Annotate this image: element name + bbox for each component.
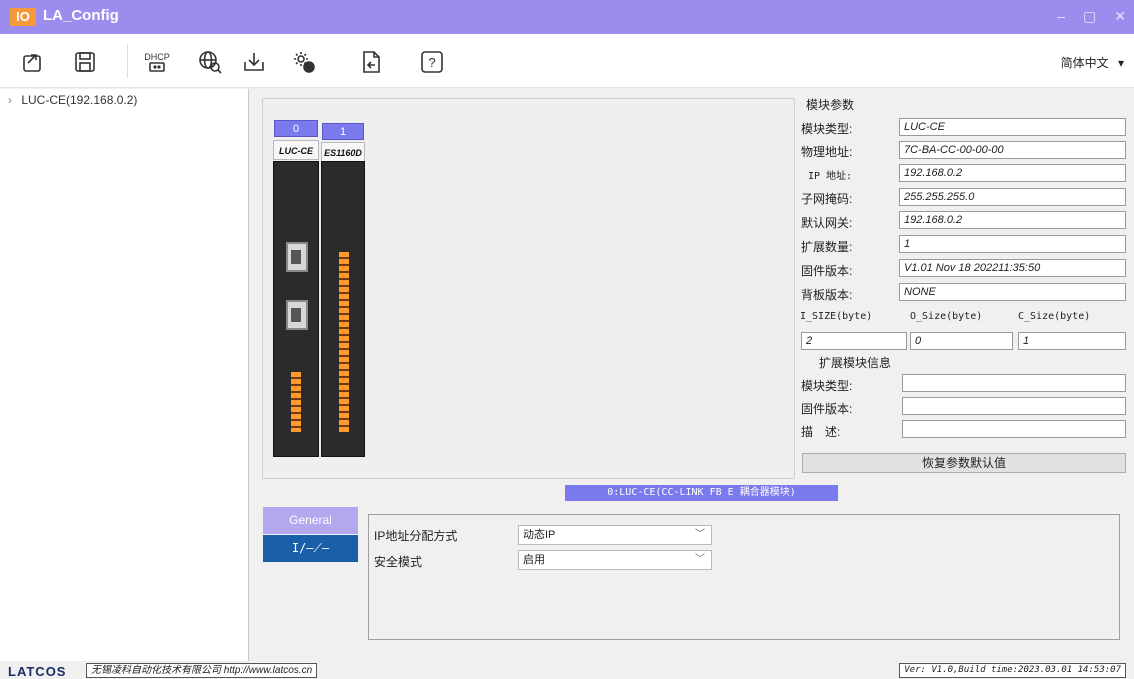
app-title: LA_Config <box>43 7 119 24</box>
param-firmware-version: V1.01 Nov 18 202211:35:50 <box>899 259 1126 277</box>
size-header-o: O_Size(byte) <box>910 311 983 322</box>
app-logo: IO <box>10 8 36 26</box>
tab-general[interactable]: General <box>263 507 358 534</box>
size-value-o: 0 <box>910 332 1013 350</box>
param-ip-address: 192.168.0.2 <box>899 164 1126 182</box>
ext-label: 固件版本: <box>801 402 853 416</box>
safe-mode-label: 安全模式 <box>374 555 423 569</box>
status-bar: LATCOS 无锡凌科自动化技术有限公司 http://www.latcos.c… <box>0 662 1134 679</box>
param-label: 模块类型: <box>801 122 853 136</box>
size-header-c: C_Size(byte) <box>1018 311 1091 322</box>
title-bar: IO LA_Config – ▢ ✕ <box>0 0 1134 34</box>
param-mac-address: 7C-BA-CC-00-00-00 <box>899 141 1126 159</box>
ext-module-type <box>902 374 1126 392</box>
ethernet-port-2 <box>286 300 308 330</box>
chevron-right-icon[interactable]: › <box>8 93 12 107</box>
coupler-module[interactable] <box>273 161 319 457</box>
ext-firmware-version <box>902 397 1126 415</box>
chevron-down-icon: ﹀ <box>695 554 705 565</box>
param-gateway: 192.168.0.2 <box>899 211 1126 229</box>
close-button[interactable]: ✕ <box>1114 8 1126 25</box>
size-value-c: 1 <box>1018 332 1126 350</box>
download-icon[interactable] <box>240 48 268 76</box>
module-label-io: ES1160D <box>321 142 365 162</box>
param-label: 物理地址: <box>801 145 853 159</box>
param-label: 子网掩码: <box>801 192 853 206</box>
network-search-icon[interactable] <box>196 48 224 76</box>
ethernet-port-1 <box>286 242 308 272</box>
window-controls: – ▢ ✕ <box>1057 8 1126 25</box>
param-label: 默认网关: <box>801 216 853 230</box>
ext-description <box>902 420 1126 438</box>
module-params-panel: 模块参数 模块类型: LUC-CE 物理地址: 7C-BA-CC-00-00-0… <box>796 98 1130 479</box>
param-label: IP 地址: <box>808 171 853 182</box>
size-value-i: 2 <box>801 332 907 350</box>
param-label: 固件版本: <box>801 264 853 278</box>
param-expansion-count: 1 <box>899 235 1126 253</box>
company-info: 无锡凌科自动化技术有限公司 http://www.latcos.cn <box>86 663 318 678</box>
safe-mode-select[interactable]: 启用 ﹀ <box>518 550 712 570</box>
ext-group-title: 扩展模块信息 <box>819 356 892 370</box>
toolbar-separator <box>127 44 128 78</box>
param-label: 扩展数量: <box>801 240 853 254</box>
language-label: 简体中文 <box>1060 56 1109 70</box>
save-icon[interactable] <box>71 48 99 76</box>
params-group-title: 模块参数 <box>806 98 855 112</box>
chevron-down-icon: ﹀ <box>695 529 705 540</box>
safe-mode-value: 启用 <box>523 554 545 566</box>
brand-logo: LATCOS <box>8 664 67 679</box>
restore-defaults-button[interactable]: 恢复参数默认值 <box>802 453 1126 473</box>
maximize-button[interactable]: ▢ <box>1083 8 1096 25</box>
param-module-type: LUC-CE <box>899 118 1126 136</box>
ext-label: 模块类型: <box>801 379 853 393</box>
param-subnet-mask: 255.255.255.0 <box>899 188 1126 206</box>
module-label-coupler: LUC-CE <box>273 140 319 160</box>
size-header-i: I_SIZE(byte) <box>800 311 873 322</box>
tree-item-device[interactable]: › LUC-CE(192.168.0.2) <box>8 93 137 107</box>
param-backplane-version: NONE <box>899 283 1126 301</box>
import-icon[interactable] <box>357 48 385 76</box>
ext-label: 描 述: <box>801 425 841 439</box>
ip-assign-select[interactable]: 动态IP ﹀ <box>518 525 712 545</box>
settings-icon[interactable] <box>290 48 318 76</box>
selected-module-caption: 0:LUC-CE(CC-LINK FB E 耦合器模块) <box>565 485 838 501</box>
io-terminal <box>339 252 349 432</box>
svg-text:DHCP: DHCP <box>144 52 170 62</box>
io-module[interactable] <box>321 161 365 457</box>
svg-text:?: ? <box>428 55 435 70</box>
rack-view: 0 1 LUC-CE ES1160D <box>262 98 795 479</box>
tab-io[interactable]: I/—⟋— <box>263 535 358 562</box>
version-info: Ver: V1.0,Build time:2023.03.01 14:53:07 <box>899 663 1126 678</box>
dhcp-icon[interactable]: DHCP <box>143 48 171 76</box>
ip-assign-label: IP地址分配方式 <box>374 529 458 543</box>
minimize-button[interactable]: – <box>1057 8 1065 25</box>
ip-assign-value: 动态IP <box>523 529 556 541</box>
slot-number-1: 1 <box>322 123 364 140</box>
language-select[interactable]: 简体中文 ▾ <box>1061 54 1124 71</box>
export-icon[interactable] <box>18 48 46 76</box>
power-terminal <box>291 372 301 432</box>
toolbar: DHCP ? 简体中文 ▾ <box>0 34 1134 88</box>
chevron-down-icon: ▾ <box>1117 56 1124 70</box>
slot-number-0: 0 <box>274 120 318 137</box>
help-icon[interactable]: ? <box>418 48 446 76</box>
tree-item-label: LUC-CE(192.168.0.2) <box>21 93 138 107</box>
device-tree: › LUC-CE(192.168.0.2) <box>0 89 249 661</box>
general-settings-panel: IP地址分配方式 动态IP ﹀ 安全模式 启用 ﹀ <box>368 514 1120 640</box>
param-label: 背板版本: <box>801 288 853 302</box>
